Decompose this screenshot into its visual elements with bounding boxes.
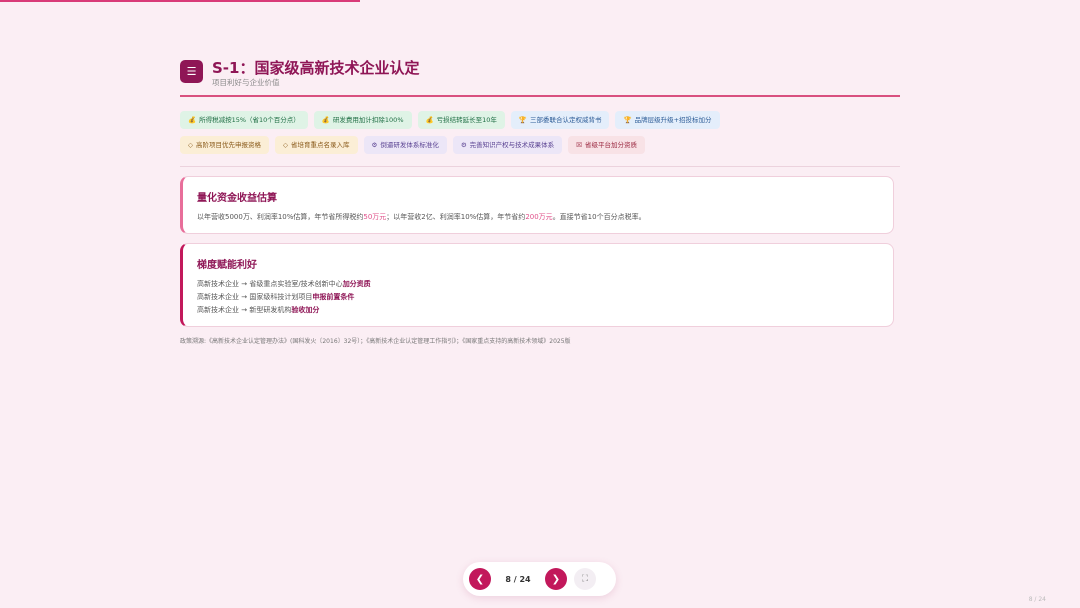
policy-source: 政策溯源:《高新技术企业认定管理办法》(国科发火〔2016〕32号）；《高新技术… — [180, 338, 571, 345]
fullscreen-button[interactable]: ⛶ — [574, 568, 596, 590]
card-body: 以年营收5000万、利润率10%估算，年节省所得税约50万元；以年营收2亿、利润… — [197, 211, 879, 224]
tag-row-1: 💰 所得税减按15%（省10个百分点） 💰 研发费用加计扣除100% 💰 亏损结转延长… — [180, 111, 900, 129]
page-title: S-1：国家级高新技术企业认定 — [212, 59, 420, 77]
tag-tax-rate: 💰 所得税减按15%（省10个百分点） — [180, 111, 308, 129]
list-item: 高新技术企业 → 新型研发机构验收加分 — [197, 304, 879, 317]
tag-label: 亏损结转延长至10年 — [436, 116, 497, 124]
highlight-amount: 200万元 — [525, 213, 553, 221]
tag-brand-upgrade: 🏆 品牌层级升级+招投标加分 — [615, 111, 720, 129]
highlight-amount: 50万元 — [363, 213, 387, 221]
tag-priority-application: ◇ 高阶项目优先申报资格 — [180, 136, 269, 154]
trophy-icon: 🏆 — [518, 116, 527, 124]
money-bag-icon: 💰 — [425, 116, 434, 124]
body-text: 。直接节省10个百分点税率。 — [552, 213, 646, 221]
tag-provincial-list: ◇ 省培育重点名录入库 — [275, 136, 358, 154]
line-strong: 加分资质 — [342, 280, 371, 288]
tag-rd-standardization: ⚙ 倒逼研发体系标准化 — [363, 136, 447, 154]
next-slide-button[interactable]: ❯ — [545, 568, 567, 590]
savings-estimate-card: 量化资金收益估算 以年营收5000万、利润率10%估算，年节省所得税约50万元；… — [180, 176, 894, 234]
tag-label: 省级平台加分资质 — [584, 141, 637, 149]
body-text: ；以年营收2亿、利润率10%估算，年节省约 — [386, 213, 526, 221]
line-text: 高新技术企业 → 新型研发机构 — [197, 306, 292, 314]
tag-row-2: ◇ 高阶项目优先申报资格 ◇ 省培育重点名录入库 ⚙ 倒逼研发体系标准化 ⚙ 完善知识产… — [180, 136, 900, 154]
tags-divider — [180, 166, 900, 167]
tag-label: 品牌层级升级+招投标加分 — [634, 116, 712, 124]
gear-icon: ⚙ — [460, 141, 467, 149]
checkbox-icon: ☒ — [576, 141, 582, 149]
tag-label: 所得税减按15%（省10个百分点） — [199, 116, 300, 124]
card-title: 量化资金收益估算 — [197, 193, 277, 204]
trophy-icon: 🏆 — [623, 116, 632, 124]
slide-navigation: ❮ 8 / 24 ❯ ⛶ — [463, 562, 616, 596]
diamond-icon: ◇ — [188, 141, 193, 149]
prev-slide-button[interactable]: ❮ — [469, 568, 491, 590]
line-text: 高新技术企业 → 国家级科技计划项目 — [197, 293, 313, 301]
tag-label: 研发费用加计扣除100% — [332, 116, 404, 124]
money-bag-icon: 💰 — [188, 116, 197, 124]
list-item: 高新技术企业 → 省级重点实验室/技术创新中心加分资质 — [197, 278, 879, 291]
line-strong: 申报前置条件 — [312, 293, 355, 301]
corner-page-number: 8 / 24 — [1028, 596, 1046, 603]
list-icon: ☰ — [180, 60, 203, 83]
tag-platform-qualification: ☒ 省级平台加分资质 — [568, 136, 645, 154]
benefit-tags: 💰 所得税减按15%（省10个百分点） 💰 研发费用加计扣除100% 💰 亏损结转延长… — [180, 111, 900, 161]
page-indicator: 8 / 24 — [505, 574, 531, 584]
card-title: 梯度赋能利好 — [197, 260, 257, 271]
tag-label: 倒逼研发体系标准化 — [380, 141, 439, 149]
diamond-icon: ◇ — [283, 141, 288, 149]
tag-label: 高阶项目优先申报资格 — [196, 141, 261, 149]
gradient-empowerment-card: 梯度赋能利好 高新技术企业 → 省级重点实验室/技术创新中心加分资质 高新技术企… — [180, 243, 894, 327]
tag-ip-system: ⚙ 完善知识产权与技术成果体系 — [452, 136, 563, 154]
tag-loss-carryforward: 💰 亏损结转延长至10年 — [417, 111, 505, 129]
list-item: 高新技术企业 → 国家级科技计划项目申报前置条件 — [197, 291, 879, 304]
tag-authority-endorsement: 🏆 三部委联合认定权威背书 — [510, 111, 610, 129]
tag-rd-deduction: 💰 研发费用加计扣除100% — [313, 111, 412, 129]
line-text: 高新技术企业 → 省级重点实验室/技术创新中心 — [197, 280, 343, 288]
gear-icon: ⚙ — [371, 141, 378, 149]
tag-label: 省培育重点名录入库 — [291, 141, 350, 149]
tag-label: 完善知识产权与技术成果体系 — [469, 141, 555, 149]
slide-progress-bar — [0, 0, 360, 2]
header-divider — [180, 95, 900, 97]
tag-label: 三部委联合认定权威背书 — [529, 116, 602, 124]
page-subtitle: 项目利好与企业价值 — [212, 78, 280, 87]
line-strong: 验收加分 — [291, 306, 320, 314]
body-text: 以年营收5000万、利润率10%估算，年节省所得税约 — [197, 213, 364, 221]
money-bag-icon: 💰 — [321, 116, 330, 124]
